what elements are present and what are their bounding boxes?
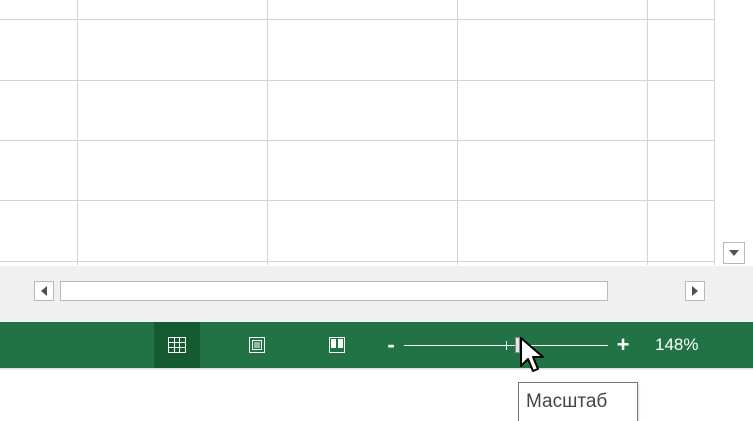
column-gridline [77, 0, 78, 265]
page-break-icon [329, 337, 345, 353]
row-gridline [0, 200, 714, 201]
page-layout-view-button[interactable] [234, 322, 280, 368]
scroll-down-button[interactable] [723, 242, 745, 264]
arrow-right-icon [692, 286, 698, 296]
row-gridline [0, 19, 714, 20]
column-gridline [647, 0, 648, 265]
status-bar-shadow [0, 368, 753, 370]
row-gridline [0, 80, 714, 81]
column-gridline [457, 0, 458, 265]
vertical-scrollbar[interactable] [715, 0, 753, 265]
page-layout-icon [249, 337, 265, 353]
horizontal-scroll-thumb[interactable] [60, 281, 608, 301]
zoom-100-tick [506, 341, 507, 350]
scroll-right-button[interactable] [685, 281, 705, 301]
status-bar: - + 148% [0, 322, 753, 368]
mouse-pointer-icon [520, 337, 544, 372]
grid-icon [168, 337, 186, 353]
zoom-level-button[interactable]: 148% [655, 322, 698, 368]
zoom-out-label: - [387, 332, 395, 357]
normal-view-button[interactable] [154, 322, 200, 368]
row-gridline [0, 261, 714, 262]
worksheet-grid[interactable] [0, 0, 715, 265]
arrow-left-icon [41, 286, 47, 296]
zoom-out-button[interactable]: - [381, 330, 401, 360]
arrow-down-icon [729, 250, 739, 256]
scroll-left-button[interactable] [34, 281, 54, 301]
column-gridline [267, 0, 268, 265]
tooltip-text: Масштаб [526, 391, 608, 412]
horizontal-scrollbar[interactable] [0, 266, 753, 322]
zoom-in-button[interactable]: + [613, 330, 633, 360]
zoom-in-label: + [616, 332, 630, 357]
zoom-tooltip: Масштаб [518, 382, 638, 421]
page-break-preview-button[interactable] [314, 322, 360, 368]
row-gridline [0, 140, 714, 141]
